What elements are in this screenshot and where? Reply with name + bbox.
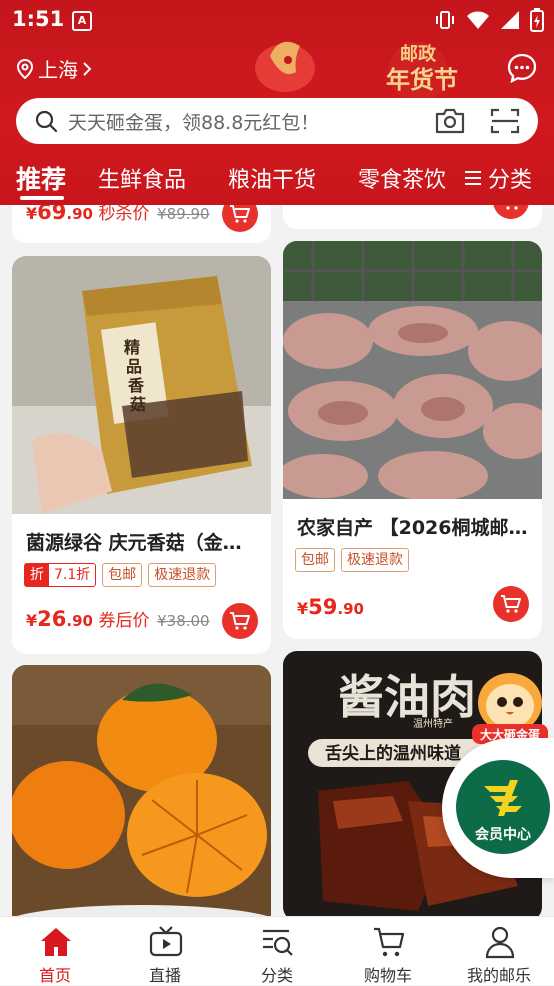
bottom-navigation: 首页 直播 分类 购物车 我的邮乐 xyxy=(0,916,554,985)
category-search-icon xyxy=(263,929,293,956)
china-post-logo-icon xyxy=(484,780,522,816)
add-to-cart-button[interactable] xyxy=(222,205,258,232)
svg-text:菇: 菇 xyxy=(130,395,146,414)
festival-line2: 年货节 xyxy=(386,65,458,94)
search-bar[interactable]: 天天砸金蛋，领88.8元红包！ xyxy=(16,98,538,144)
home-icon xyxy=(41,928,71,956)
tag-fast-refund: 极速退款 xyxy=(148,563,217,587)
scan-icon[interactable] xyxy=(490,107,520,135)
location-selector[interactable]: 上海 xyxy=(16,54,92,83)
product-title: 菌源绿谷 庆元香菇（金… xyxy=(26,532,242,554)
price-label: 券后价 xyxy=(98,611,150,631)
festival-banner: 邮政 年货节 xyxy=(255,41,458,102)
category-tabs: 推荐 生鲜食品 粮油干货 零食茶饮 分类 xyxy=(0,158,554,204)
search-placeholder: 天天砸金蛋，领88.8元红包！ xyxy=(68,112,320,134)
original-price: ¥89.90 xyxy=(157,205,210,223)
profile-icon xyxy=(485,926,515,959)
nav-cart-label: 购物车 xyxy=(363,966,412,985)
product-card[interactable]: 农家自产 【2026桐城邮… 包邮 极速退款 ¥59.90 xyxy=(283,241,542,639)
image-sub-badge: 温州特产 xyxy=(413,717,453,730)
product-card[interactable]: 精 品 香 菇 菌源绿谷 庆元香菇（金… 折 7.1折 包邮 极速退款 ¥26.… xyxy=(12,256,271,654)
nav-live-label: 直播 xyxy=(148,966,181,985)
product-image-mushroom: 精 品 香 菇 xyxy=(12,256,271,514)
price-label: 秒杀价 xyxy=(98,205,150,224)
message-icon[interactable] xyxy=(506,52,538,84)
image-tagline: 舌尖上的温州味道 xyxy=(325,743,461,764)
chevron-right-icon xyxy=(83,61,92,76)
location-label: 上海 xyxy=(38,58,78,82)
add-to-cart-button[interactable] xyxy=(493,586,529,622)
cart-icon xyxy=(501,595,521,613)
member-center-label: 会员中心 xyxy=(475,827,531,843)
product-tags: 折 7.1折 包邮 极速退款 xyxy=(24,563,217,587)
add-to-cart-button[interactable] xyxy=(493,205,529,219)
search-icon xyxy=(35,110,58,133)
price: ¥59.90 xyxy=(297,595,364,619)
image-headline: 酱油肉 xyxy=(338,670,476,724)
price: ¥69.90 秒杀价 ¥89.90 xyxy=(26,205,210,224)
product-card-partial-left[interactable]: ¥69.90 秒杀价 ¥89.90 xyxy=(12,205,271,243)
notification-app-icon: A xyxy=(72,11,92,31)
cart-icon xyxy=(230,205,250,223)
nav-profile[interactable]: 我的邮乐 xyxy=(444,917,554,985)
lucky-egg-mascot[interactable]: 大大砸金蛋 xyxy=(468,668,552,748)
tab-grain-oil[interactable]: 粮油干货 xyxy=(228,162,316,194)
location-pin-icon xyxy=(16,58,34,79)
svg-text:品: 品 xyxy=(126,357,142,376)
cart-icon xyxy=(374,927,405,957)
member-center-badge: 会员中心 xyxy=(456,760,550,854)
tag-fast-refund: 极速退款 xyxy=(341,548,409,572)
cart-icon xyxy=(230,612,250,630)
battery-icon xyxy=(530,8,544,32)
signal-icon xyxy=(501,11,519,29)
camera-icon[interactable] xyxy=(434,107,466,135)
tab-fresh-food[interactable]: 生鲜食品 xyxy=(98,162,186,194)
status-time: 1:51 xyxy=(12,7,65,31)
product-card[interactable] xyxy=(12,665,271,917)
price: ¥26.90 券后价 ¥38.00 xyxy=(26,607,210,631)
product-tags: 包邮 极速退款 xyxy=(295,548,409,572)
nav-category[interactable]: 分类 xyxy=(222,917,332,985)
nav-live[interactable]: 直播 xyxy=(110,917,220,985)
app-header: 1:51 A 上海 邮政 年货节 天天砸金蛋，领88.8元红包！ 推荐 生鲜食品… xyxy=(0,0,554,205)
live-tv-icon xyxy=(149,926,183,957)
menu-icon xyxy=(464,171,481,185)
nav-category-label: 分类 xyxy=(260,966,293,985)
nav-cart[interactable]: 购物车 xyxy=(333,917,443,985)
nav-home-label: 首页 xyxy=(38,966,71,985)
product-image-persimmon xyxy=(12,665,271,917)
category-label: 分类 xyxy=(487,168,532,193)
tab-recommend[interactable]: 推荐 xyxy=(16,160,66,196)
cart-icon xyxy=(506,206,518,210)
discount-badge: 折 7.1折 xyxy=(24,563,97,587)
add-to-cart-button[interactable] xyxy=(222,603,258,639)
active-tab-indicator xyxy=(20,196,64,200)
nav-profile-label: 我的邮乐 xyxy=(466,966,531,985)
tag-free-shipping: 包邮 xyxy=(102,563,143,587)
category-button[interactable]: 分类 xyxy=(464,162,532,194)
svg-text:精: 精 xyxy=(124,338,140,357)
svg-text:香: 香 xyxy=(127,376,145,395)
tag-free-shipping: 包邮 xyxy=(295,548,335,572)
product-card-partial-right[interactable] xyxy=(283,205,542,229)
festival-line1: 邮政 xyxy=(400,43,437,65)
original-price: ¥38.00 xyxy=(157,612,210,630)
nav-home[interactable]: 首页 xyxy=(0,917,110,985)
product-title: 农家自产 【2026桐城邮… xyxy=(297,517,527,539)
tab-snacks-tea[interactable]: 零食茶饮 xyxy=(358,162,446,194)
product-image-cured-meat xyxy=(283,241,542,499)
